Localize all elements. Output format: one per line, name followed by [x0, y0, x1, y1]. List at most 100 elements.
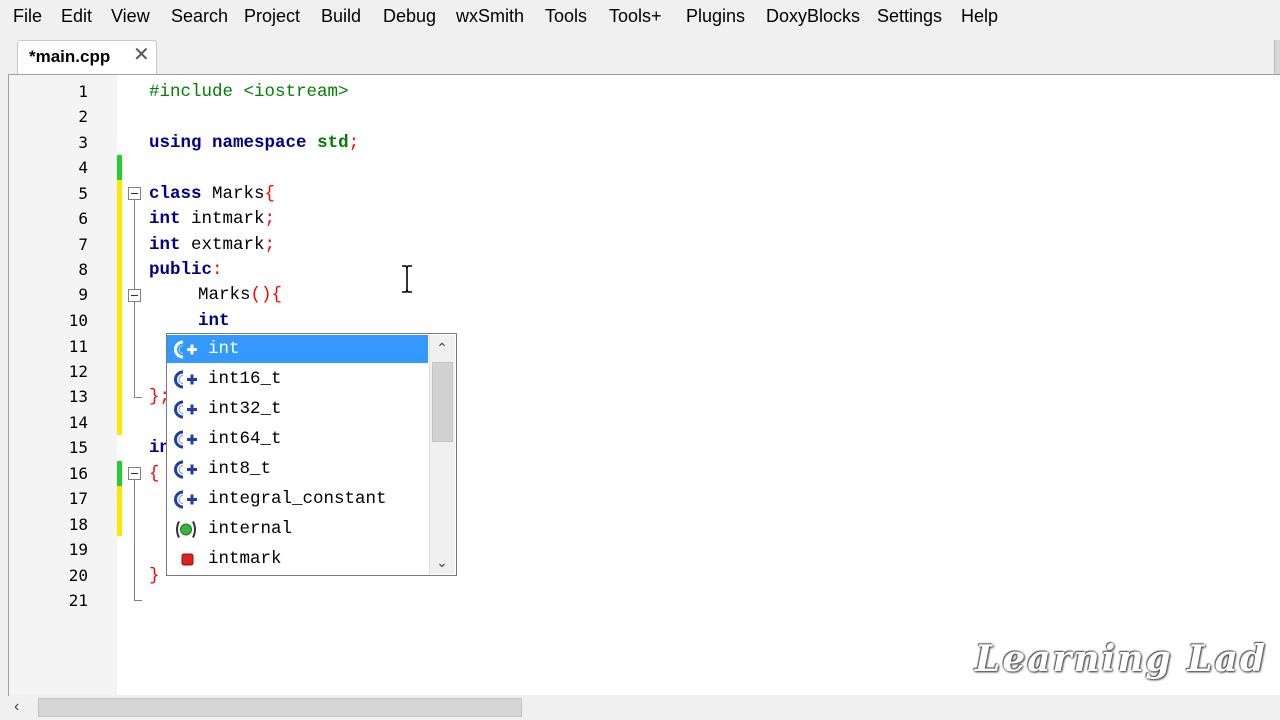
scroll-down-icon[interactable]: ⌄ — [429, 550, 455, 574]
close-icon[interactable]: ✕ — [133, 45, 150, 65]
line-number: 13 — [68, 387, 88, 406]
text-cursor-icon — [402, 265, 412, 293]
code-line-7: int extmark; — [149, 235, 275, 255]
identifier: extmark — [180, 235, 265, 255]
fold-end-tick — [134, 397, 142, 398]
punctuation: { — [264, 184, 276, 204]
autocomplete-item-internal[interactable]: internal — [167, 515, 428, 543]
autocomplete-label: internal — [208, 519, 293, 539]
menu-search[interactable]: Search — [171, 6, 228, 27]
tab-strip-edge — [1274, 40, 1280, 75]
autocomplete-label: int32_t — [208, 399, 282, 419]
identifier: Marks — [201, 184, 265, 204]
class-icon — [174, 400, 197, 419]
saved-line-marker — [117, 461, 122, 486]
line-number: 20 — [68, 566, 88, 585]
punctuation: (){ — [250, 285, 283, 305]
line-number: 19 — [68, 540, 88, 559]
horizontal-scroll-thumb[interactable] — [38, 698, 522, 717]
menu-project[interactable]: Project — [244, 6, 300, 27]
autocomplete-item-integral_constant[interactable]: integral_constant — [167, 485, 428, 513]
fold-end-tick — [134, 600, 142, 601]
menu-help[interactable]: Help — [961, 6, 998, 27]
keyword: using — [149, 133, 202, 153]
punctuation: } — [149, 566, 160, 586]
class-icon — [174, 490, 197, 509]
preprocessor-directive: #include — [149, 82, 234, 102]
code-line-16: { — [149, 464, 160, 484]
punctuation: ; — [264, 235, 276, 255]
line-number: 12 — [68, 362, 88, 381]
line-number: 9 — [78, 285, 88, 304]
namespace-icon — [176, 521, 196, 538]
menu-wxsmith[interactable]: wxSmith — [456, 6, 524, 27]
menu-build[interactable]: Build — [321, 6, 361, 27]
keyword: public — [149, 260, 213, 280]
menu-plugins[interactable]: Plugins — [686, 6, 745, 27]
menu-doxyblocks[interactable]: DoxyBlocks — [766, 6, 860, 27]
autocomplete-item-int8_t[interactable]: int8_t — [167, 455, 428, 483]
menu-edit[interactable]: Edit — [61, 6, 92, 27]
line-number: 7 — [78, 235, 88, 254]
line-number: 5 — [78, 184, 88, 203]
tab-strip — [0, 33, 1280, 79]
menu-bar: File Edit View Search Project Build Debu… — [0, 0, 1280, 33]
autocomplete-label: int64_t — [208, 429, 282, 449]
keyword: namespace — [212, 133, 307, 153]
menu-debug[interactable]: Debug — [383, 6, 436, 27]
menu-settings[interactable]: Settings — [877, 6, 942, 27]
class-icon — [174, 460, 197, 479]
line-number: 17 — [68, 489, 88, 508]
punctuation: ; — [264, 209, 276, 229]
class-icon — [174, 430, 197, 449]
line-number: 6 — [78, 209, 88, 228]
autocomplete-item-int16_t[interactable]: int16_t — [167, 365, 428, 393]
fold-collapse-icon[interactable] — [128, 467, 141, 480]
menu-tools-plus[interactable]: Tools+ — [609, 6, 662, 27]
code-line-1: #include <iostream> — [149, 82, 349, 102]
tab-label: *main.cpp — [29, 47, 111, 66]
menu-file[interactable]: File — [13, 6, 42, 27]
tab-main-cpp[interactable]: *main.cpp ✕ — [17, 40, 157, 74]
line-number: 15 — [68, 438, 88, 457]
line-number: 4 — [78, 158, 88, 177]
code-line-5: class Marks{ — [149, 184, 275, 204]
scroll-left-icon[interactable]: ‹ — [14, 698, 19, 716]
fold-collapse-icon[interactable] — [128, 187, 141, 200]
namespace-name: std — [317, 133, 349, 153]
autocomplete-scroll-thumb[interactable] — [432, 362, 453, 442]
menu-view[interactable]: View — [111, 6, 150, 27]
punctuation: : — [212, 260, 223, 280]
scroll-up-icon[interactable]: ⌃ — [429, 336, 455, 360]
code-line-10: int — [198, 311, 230, 331]
autocomplete-item-int64_t[interactable]: int64_t — [167, 425, 428, 453]
line-number: 3 — [78, 133, 88, 152]
line-number: 1 — [78, 82, 88, 101]
line-number: 10 — [68, 311, 88, 330]
class-icon — [174, 370, 197, 389]
autocomplete-label: integral_constant — [208, 489, 387, 509]
changed-line-marker — [117, 180, 122, 435]
saved-line-marker — [117, 155, 122, 180]
fold-collapse-icon[interactable] — [128, 289, 141, 302]
autocomplete-label: intmark — [208, 549, 282, 569]
class-icon — [174, 340, 197, 359]
code-line-9: Marks(){ — [198, 285, 282, 305]
autocomplete-label: int — [208, 339, 240, 359]
autocomplete-item-intmark[interactable]: intmark — [167, 545, 428, 573]
keyword: int — [149, 235, 181, 255]
punctuation: { — [149, 464, 160, 484]
identifier: intmark — [180, 209, 265, 229]
line-number: 16 — [68, 464, 88, 483]
include-header: <iostream> — [233, 82, 349, 102]
keyword: int — [198, 311, 230, 331]
autocomplete-item-int[interactable]: int — [167, 335, 428, 363]
autocomplete-item-int32_t[interactable]: int32_t — [167, 395, 428, 423]
autocomplete-label: int8_t — [208, 459, 272, 479]
menu-tools[interactable]: Tools — [545, 6, 587, 27]
line-number: 14 — [68, 413, 88, 432]
line-number: 18 — [68, 515, 88, 534]
code-line-8: public: — [149, 260, 223, 280]
line-number: 21 — [68, 591, 88, 610]
identifier: Marks — [198, 285, 251, 305]
